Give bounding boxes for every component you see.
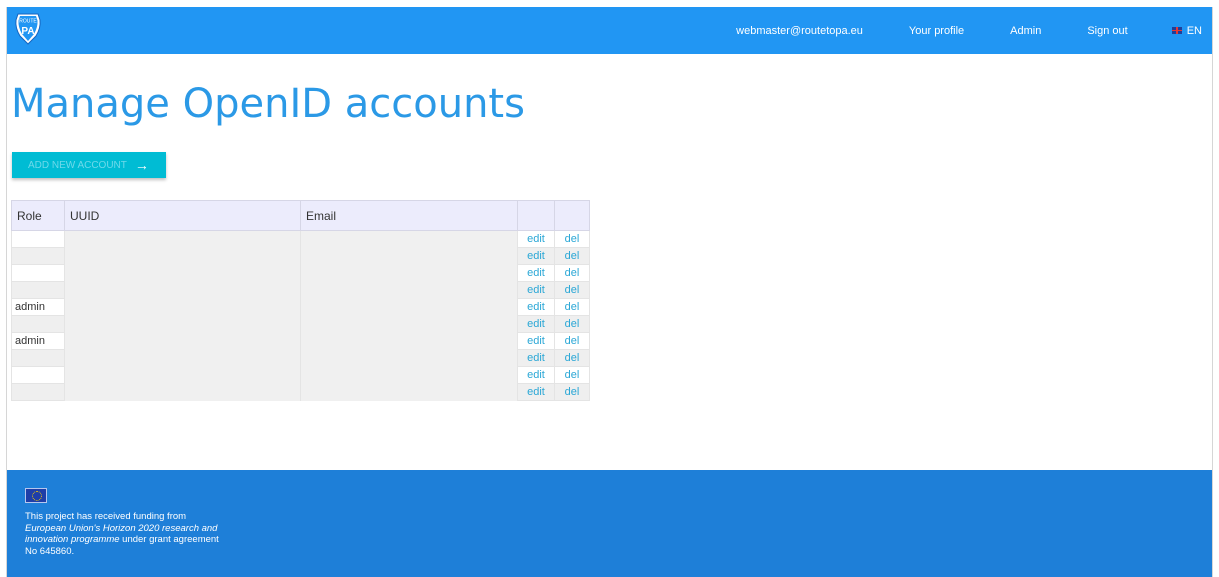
edit-link[interactable]: edit: [524, 233, 548, 245]
role-cell: [11, 281, 65, 299]
nav-menu: webmaster@routetopa.eu Your profile Admi…: [690, 7, 1212, 54]
role-cell: [11, 264, 65, 282]
table-header-row: Role UUID Email: [11, 200, 590, 231]
edit-link[interactable]: edit: [524, 318, 548, 330]
column-header-edit: [517, 200, 555, 231]
edit-link[interactable]: edit: [524, 352, 548, 364]
delete-link[interactable]: del: [562, 386, 583, 398]
role-cell: [11, 247, 65, 265]
role-cell: [11, 366, 65, 384]
nav-user-email[interactable]: webmaster@routetopa.eu: [736, 25, 863, 37]
funding-notice: This project has received funding from E…: [25, 511, 245, 557]
email-column-cells: [300, 230, 518, 401]
delete-link[interactable]: del: [562, 352, 583, 364]
column-header-uuid: UUID: [64, 200, 301, 231]
app-frame: ROUTE PA webmaster@routetopa.eu Your pro…: [6, 7, 1213, 577]
nav-your-profile[interactable]: Your profile: [909, 25, 964, 37]
page-footer: This project has received funding from E…: [7, 470, 1212, 577]
edit-link[interactable]: edit: [524, 284, 548, 296]
uuid-column-cells: [64, 230, 301, 401]
role-cell: [11, 230, 65, 248]
delete-link[interactable]: del: [562, 233, 583, 245]
table-row: edit del: [11, 230, 590, 401]
logo-text-top: ROUTE: [19, 19, 37, 25]
edit-link[interactable]: edit: [524, 301, 548, 313]
delete-link[interactable]: del: [562, 318, 583, 330]
edit-link[interactable]: edit: [524, 250, 548, 262]
column-header-role: Role: [11, 200, 65, 231]
delete-link[interactable]: del: [562, 267, 583, 279]
accounts-table: Role UUID Email edit del edit del edit d…: [11, 200, 590, 401]
funding-line-3: under grant agreement: [122, 534, 219, 545]
page-title: Manage OpenID accounts: [11, 81, 525, 127]
role-cell: [11, 315, 65, 333]
add-new-account-button[interactable]: ADD NEW ACCOUNT →: [12, 152, 166, 178]
delete-link[interactable]: del: [562, 301, 583, 313]
role-cell: [11, 383, 65, 401]
edit-link[interactable]: edit: [524, 335, 548, 347]
delete-link[interactable]: del: [562, 335, 583, 347]
nav-admin[interactable]: Admin: [1010, 25, 1041, 37]
edit-link[interactable]: edit: [524, 267, 548, 279]
funding-line-4: No 645860.: [25, 545, 75, 557]
nav-sign-out[interactable]: Sign out: [1087, 25, 1127, 37]
funding-line-1: This project has received funding from: [25, 511, 187, 522]
routetopa-logo-icon[interactable]: ROUTE PA: [14, 12, 42, 46]
edit-link[interactable]: edit: [524, 369, 548, 381]
delete-link[interactable]: del: [562, 250, 583, 262]
top-navigation-bar: ROUTE PA webmaster@routetopa.eu Your pro…: [7, 7, 1212, 54]
role-cell: admin: [11, 298, 65, 316]
logo-text-main: PA: [21, 26, 34, 37]
delete-link[interactable]: del: [562, 369, 583, 381]
language-label: EN: [1186, 24, 1202, 37]
arrow-right-icon: →: [134, 157, 149, 173]
edit-link[interactable]: edit: [524, 386, 548, 398]
role-cell: admin: [11, 332, 65, 350]
column-header-del: [554, 200, 590, 231]
add-new-account-label: ADD NEW ACCOUNT: [28, 159, 127, 171]
role-cell: [11, 349, 65, 367]
delete-link[interactable]: del: [562, 284, 583, 296]
uk-flag-icon: [1171, 27, 1182, 34]
column-header-email: Email: [300, 200, 518, 231]
eu-flag-icon: [25, 488, 47, 503]
language-selector[interactable]: EN: [1171, 24, 1202, 37]
